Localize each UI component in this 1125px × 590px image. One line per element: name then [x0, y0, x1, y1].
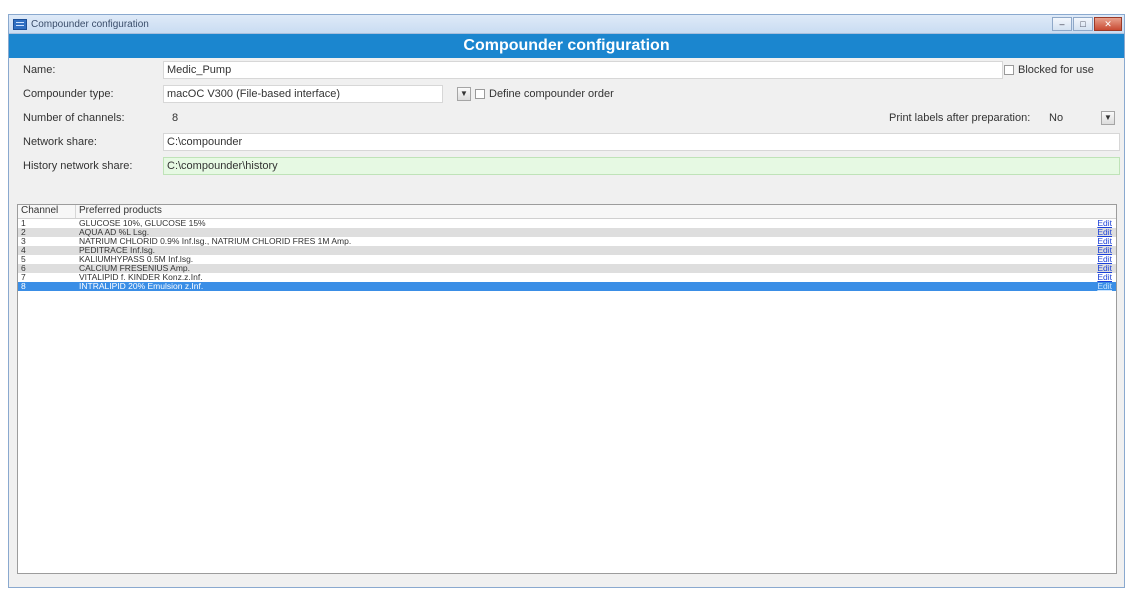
table-row[interactable]: 8 INTRALIPID 20% Emulsion z.Inf. Edit: [18, 282, 1116, 291]
channel-cell: 2: [21, 227, 26, 237]
products-cell: PEDITRACE Inf.lsg.: [79, 246, 156, 255]
print-labels-select[interactable]: No: [1049, 112, 1063, 124]
products-cell: CALCIUM FRESENIUS Amp.: [79, 264, 190, 273]
channel-cell: 5: [21, 254, 26, 264]
table-body: 1 GLUCOSE 10%, GLUCOSE 15% Edit 2 AQUA AD %L…: [18, 219, 1116, 291]
products-cell: INTRALIPID 20% Emulsion z.Inf.: [79, 282, 204, 291]
products-cell: NATRIUM CHLORID 0.9% Inf.lsg., NATRIUM C…: [79, 237, 352, 246]
channel-cell: 7: [21, 272, 26, 282]
channel-cell: 8: [21, 281, 26, 291]
config-form: Name: Medic_Pump Blocked for use Compoun…: [9, 58, 1124, 194]
blocked-for-use-label: Blocked for use: [1018, 64, 1094, 76]
products-cell: GLUCOSE 10%, GLUCOSE 15%: [79, 219, 206, 228]
column-header-products[interactable]: Preferred products: [76, 205, 1116, 218]
channel-cell: 4: [21, 245, 26, 255]
channels-table: Channel Preferred products 1 GLUCOSE 10%,…: [17, 204, 1117, 574]
chevron-down-icon[interactable]: ▼: [457, 87, 471, 101]
channel-cell: 6: [21, 263, 26, 273]
define-order-checkbox[interactable]: [475, 89, 485, 99]
network-share-field[interactable]: C:\compounder: [163, 133, 1120, 151]
define-order-label: Define compounder order: [489, 88, 614, 100]
channel-cell: 1: [21, 218, 26, 228]
name-label: Name:: [23, 64, 56, 76]
network-share-label: Network share:: [23, 136, 97, 148]
print-labels-label: Print labels after preparation:: [889, 112, 1031, 124]
window-title: Compounder configuration: [31, 18, 149, 30]
products-cell: KALIUMHYPASS 0.5M Inf.lsg.: [79, 255, 194, 264]
maximize-button[interactable]: □: [1073, 17, 1093, 31]
chevron-down-icon[interactable]: ▼: [1101, 111, 1115, 125]
minimize-button[interactable]: –: [1052, 17, 1072, 31]
table-header: Channel Preferred products: [18, 205, 1116, 219]
close-button[interactable]: ✕: [1094, 17, 1122, 31]
products-cell: AQUA AD %L Lsg.: [79, 228, 150, 237]
app-icon: [13, 18, 27, 30]
edit-link[interactable]: Edit: [1086, 282, 1116, 291]
table-row[interactable]: 1 GLUCOSE 10%, GLUCOSE 15% Edit: [18, 219, 1116, 228]
table-row[interactable]: 2 AQUA AD %L Lsg. Edit: [18, 228, 1116, 237]
blocked-for-use-checkbox[interactable]: [1004, 65, 1014, 75]
compounder-type-select[interactable]: macOC V300 (File-based interface): [163, 85, 443, 103]
table-row[interactable]: 4 PEDITRACE Inf.lsg. Edit: [18, 246, 1116, 255]
compounder-type-label: Compounder type:: [23, 88, 114, 100]
table-row[interactable]: 6 CALCIUM FRESENIUS Amp. Edit: [18, 264, 1116, 273]
name-field[interactable]: Medic_Pump: [163, 61, 1003, 79]
history-share-label: History network share:: [23, 160, 133, 172]
table-row[interactable]: 5 KALIUMHYPASS 0.5M Inf.lsg. Edit: [18, 255, 1116, 264]
history-share-field[interactable]: C:\compounder\history: [163, 157, 1120, 175]
window-titlebar[interactable]: Compounder configuration – □ ✕: [9, 15, 1124, 34]
table-row[interactable]: 7 VITALIPID f. KINDER Konz.z.Inf. Edit: [18, 273, 1116, 282]
channel-cell: 3: [21, 236, 26, 246]
table-row[interactable]: 3 NATRIUM CHLORID 0.9% Inf.lsg., NATRIUM …: [18, 237, 1116, 246]
page-title: Compounder configuration: [9, 34, 1124, 58]
channels-value: 8: [172, 112, 179, 124]
column-header-channel[interactable]: Channel: [18, 205, 76, 218]
products-cell: VITALIPID f. KINDER Konz.z.Inf.: [79, 273, 203, 282]
channels-label: Number of channels:: [23, 112, 125, 124]
